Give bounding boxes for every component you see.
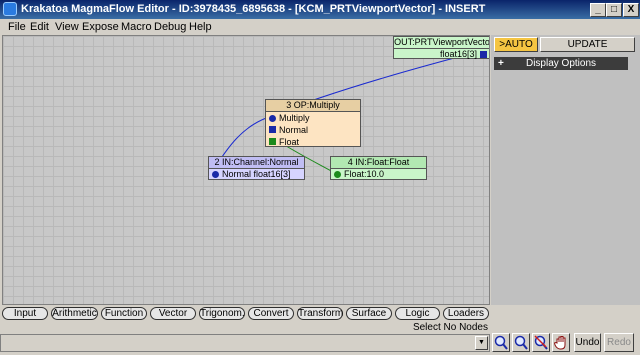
category-transform-button[interactable]: Transform <box>297 307 343 320</box>
output-node-title: OUT:PRTViewportVecto <box>394 37 490 49</box>
category-convert-button[interactable]: Convert <box>248 307 294 320</box>
category-input-button[interactable]: Input <box>2 307 48 320</box>
app-icon <box>3 2 17 16</box>
float-node-port-label: Float:10.0 <box>344 169 385 179</box>
category-function-button[interactable]: Function <box>101 307 147 320</box>
zoom-in-icon <box>494 335 508 350</box>
float-input-socket[interactable] <box>269 138 276 145</box>
zoom-out-button[interactable] <box>512 333 530 352</box>
node-canvas[interactable]: OUT:PRTViewportVecto float16[3] 3 OP:Mul… <box>2 35 490 305</box>
update-button[interactable]: UPDATE <box>540 37 635 52</box>
window-title: Krakatoa MagmaFlow Editor - ID:3978435_6… <box>21 3 486 15</box>
output-node-port[interactable]: float16[3] <box>394 49 489 60</box>
multiply-node[interactable]: 3 OP:Multiply Multiply Normal Float <box>265 99 361 147</box>
category-surface-button[interactable]: Surface <box>346 307 392 320</box>
side-panel <box>491 35 640 305</box>
minimize-button[interactable]: _ <box>590 3 606 17</box>
pan-button[interactable] <box>552 333 570 352</box>
category-loaders-button[interactable]: Loaders <box>443 307 489 320</box>
normal-node-title: 2 IN:Channel:Normal <box>209 157 304 169</box>
category-trigonom-button[interactable]: Trigonom. <box>199 307 245 320</box>
multiply-port-label: Multiply <box>279 113 310 123</box>
menu-view[interactable]: View <box>55 20 79 34</box>
menu-debug[interactable]: Debug <box>154 20 186 34</box>
float-node-title: 4 IN:Float:Float <box>331 157 426 169</box>
normal-node-port-label: Normal float16[3] <box>222 169 291 179</box>
normal-port-label: Normal <box>279 125 309 135</box>
maximize-button[interactable]: □ <box>606 3 622 17</box>
category-bar: Input Arithmetic Function Vector Trigono… <box>2 307 490 321</box>
float-node[interactable]: 4 IN:Float:Float Float:10.0 <box>330 156 427 180</box>
float-port-label: Float <box>279 137 300 147</box>
category-arithmetic-button[interactable]: Arithmetic <box>51 307 98 320</box>
multiply-port-row[interactable]: Multiply <box>266 112 360 124</box>
output-port-label: float16[3] <box>439 49 477 59</box>
output-port-socket[interactable] <box>480 51 487 58</box>
undo-button[interactable]: Undo <box>574 333 601 352</box>
menu-edit[interactable]: Edit <box>30 20 49 34</box>
dropdown-arrow-icon[interactable]: ▼ <box>475 336 488 350</box>
auto-toggle-button[interactable]: >AUTO <box>494 37 538 52</box>
zoom-reset-button[interactable] <box>532 333 550 352</box>
normal-output-socket[interactable] <box>212 171 219 178</box>
zoom-in-button[interactable] <box>492 333 510 352</box>
pan-hand-icon <box>553 336 566 350</box>
float-output-socket[interactable] <box>334 171 341 178</box>
menu-help[interactable]: Help <box>189 20 212 34</box>
multiply-node-title: 3 OP:Multiply <box>266 100 360 112</box>
output-node[interactable]: OUT:PRTViewportVecto float16[3] <box>393 36 490 60</box>
category-vector-button[interactable]: Vector <box>150 307 196 320</box>
redo-button[interactable]: Redo <box>604 333 634 352</box>
status-text: Select No Nodes <box>412 322 488 333</box>
menu-macro[interactable]: Macro <box>121 20 152 34</box>
float-node-port[interactable]: Float:10.0 <box>331 169 426 180</box>
menu-file[interactable]: File <box>8 20 26 34</box>
category-logic-button[interactable]: Logic <box>395 307 440 320</box>
rollout-title: Display Options <box>525 58 597 69</box>
normal-channel-node[interactable]: 2 IN:Channel:Normal Normal float16[3] <box>208 156 305 180</box>
normal-input-socket[interactable] <box>269 126 276 133</box>
menu-bar: File Edit View Expose Macro Debug Help <box>0 19 640 35</box>
node-search-dropdown[interactable]: ▼ <box>0 334 490 352</box>
normal-port-row[interactable]: Normal <box>266 124 360 136</box>
close-button[interactable]: X <box>623 3 639 17</box>
float-port-row[interactable]: Float <box>266 136 360 148</box>
title-bar: Krakatoa MagmaFlow Editor - ID:3978435_6… <box>0 0 640 19</box>
menu-expose[interactable]: Expose <box>82 20 119 34</box>
display-options-rollout[interactable]: + Display Options <box>494 57 628 70</box>
zoom-reset-icon <box>534 335 548 350</box>
normal-node-port[interactable]: Normal float16[3] <box>209 169 304 180</box>
multiply-output-socket[interactable] <box>269 115 276 122</box>
zoom-out-icon <box>514 335 528 350</box>
